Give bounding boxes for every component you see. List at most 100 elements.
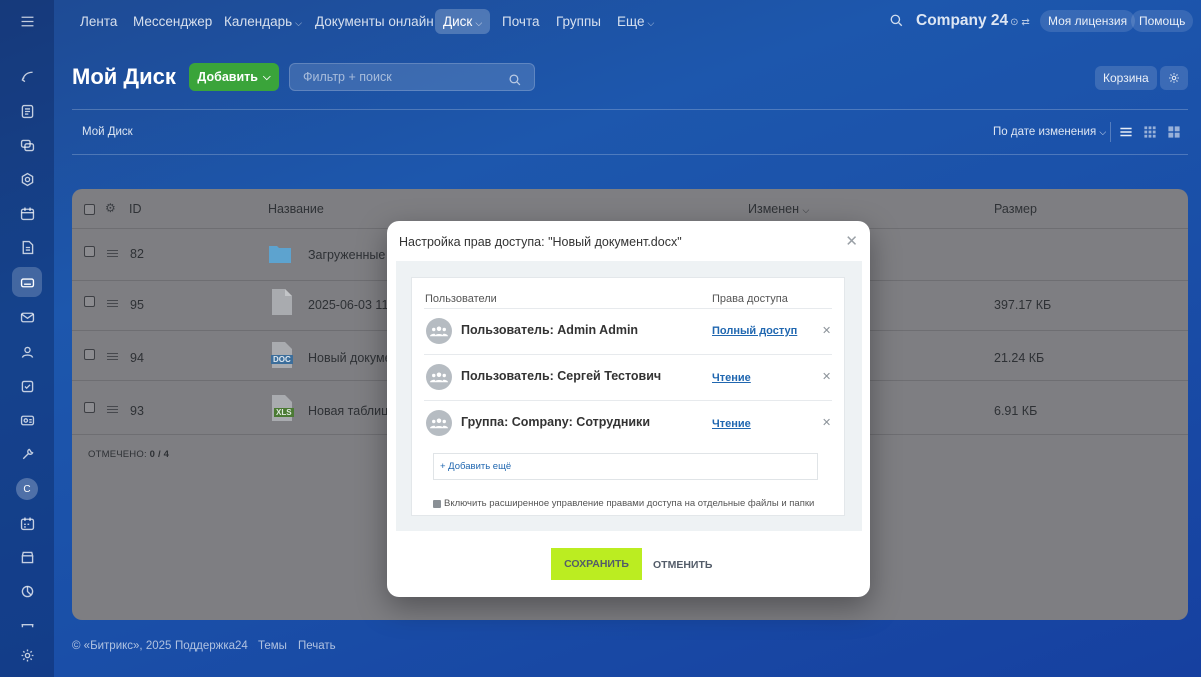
row-divider	[424, 400, 832, 401]
row-checkbox[interactable]	[84, 246, 95, 257]
ruler-icon[interactable]	[12, 610, 42, 640]
save-button[interactable]: СОХРАНИТЬ	[551, 548, 642, 580]
company-avatar[interactable]: C	[12, 474, 42, 504]
chevron-down-icon: ⌵	[475, 18, 483, 28]
company-brand[interactable]: Company 24 ⊙ ⇄	[916, 12, 1030, 30]
row-name[interactable]: Новая таблица	[308, 404, 395, 418]
help-button[interactable]: Помощь	[1131, 10, 1194, 32]
groups-icon[interactable]	[12, 337, 42, 367]
row-name[interactable]: 2025-06-03 11-	[308, 298, 393, 312]
chat-icon[interactable]	[12, 130, 42, 160]
row-size: 6.91 КБ	[994, 404, 1038, 418]
copyright: © «Битрикс», 2025	[72, 640, 172, 652]
menu-icon[interactable]	[12, 6, 42, 36]
row-divider	[424, 308, 832, 309]
row-checkbox[interactable]	[84, 402, 95, 413]
close-icon[interactable]: ✕	[845, 232, 858, 250]
news-icon[interactable]	[12, 96, 42, 126]
marked-label: ОТМЕЧЕНО:	[88, 449, 147, 460]
store-icon[interactable]	[12, 542, 42, 572]
large-tile-view-icon[interactable]	[1167, 125, 1181, 139]
trash-button[interactable]: Корзина	[1095, 66, 1157, 90]
chevron-down-icon: ⌵	[295, 18, 302, 28]
tasks-icon[interactable]	[12, 371, 42, 401]
nav-mail[interactable]: Почта	[494, 9, 548, 34]
sort-dropdown[interactable]: По дате изменения ⌵	[993, 126, 1106, 138]
filter-placeholder: Фильтр + поиск	[303, 70, 392, 84]
breadcrumb[interactable]: Мой Диск	[82, 126, 133, 138]
folder-icon	[269, 246, 291, 263]
add-button[interactable]: Добавить ⌵	[189, 63, 279, 91]
sort-label: По дате изменения	[993, 126, 1097, 138]
extended-rights-option[interactable]: Включить расширенное управление правами …	[433, 498, 814, 509]
chevron-down-icon: ⌵	[647, 18, 655, 28]
tile-view-icon[interactable]	[1143, 125, 1157, 139]
mail-icon[interactable]	[12, 302, 42, 332]
col-header-modified[interactable]: Изменен ⌵	[748, 202, 809, 216]
license-button[interactable]: Моя лицензия	[1040, 10, 1136, 32]
crm-icon[interactable]	[12, 405, 42, 435]
nav-feed[interactable]: Лента	[72, 9, 125, 34]
search-icon[interactable]	[889, 13, 904, 33]
company-letter: C	[16, 478, 38, 500]
footer-print-link[interactable]: Печать	[298, 640, 336, 652]
footer-support-link[interactable]: Поддержка24	[175, 640, 248, 652]
nav-disk[interactable]: Диск ⌵	[435, 9, 491, 34]
group-avatar-icon	[426, 364, 452, 390]
row-checkbox[interactable]	[84, 349, 95, 360]
cancel-button[interactable]: ОТМЕНИТЬ	[653, 559, 712, 571]
entry-rights-link[interactable]: Полный доступ	[712, 325, 797, 337]
filter-search-input[interactable]: Фильтр + поиск	[289, 63, 535, 91]
settings-button[interactable]	[1160, 66, 1188, 90]
extended-rights-checkbox[interactable]	[433, 499, 441, 508]
documents-icon[interactable]	[12, 232, 42, 262]
drag-handle-icon[interactable]	[107, 353, 118, 362]
entry-rights-link[interactable]: Чтение	[712, 372, 751, 384]
nav-more-label: Еще	[617, 14, 645, 29]
schedule-icon[interactable]	[12, 508, 42, 538]
nav-more[interactable]: Еще ⌵	[609, 9, 662, 34]
add-more-button[interactable]: + Добавить ещё	[433, 453, 818, 480]
dialog-title: Настройка прав доступа: "Новый документ.…	[399, 235, 682, 249]
col-header-id[interactable]: ID	[129, 202, 142, 216]
analytics-icon[interactable]	[12, 576, 42, 606]
tools-icon[interactable]	[12, 439, 42, 469]
row-checkbox[interactable]	[84, 296, 95, 307]
disk-icon[interactable]	[12, 267, 42, 297]
group-avatar-icon	[426, 318, 452, 344]
top-nav: Лента Мессенджер Календарь ⌵ Документы он…	[54, 0, 1201, 44]
col-header-size[interactable]: Размер	[994, 202, 1037, 216]
search-icon[interactable]	[508, 70, 522, 96]
nav-groups-label: Группы	[556, 14, 601, 29]
drag-handle-icon[interactable]	[107, 300, 118, 309]
feed-icon[interactable]	[12, 61, 42, 91]
remove-entry-icon[interactable]: ✕	[822, 370, 831, 383]
nav-messenger[interactable]: Мессенджер	[125, 9, 220, 34]
list-view-icon[interactable]	[1119, 125, 1133, 139]
nav-documents[interactable]: Документы онлайн	[307, 9, 442, 34]
col-rights: Права доступа	[712, 293, 788, 305]
drag-handle-icon[interactable]	[107, 406, 118, 415]
xls-badge: XLS	[274, 408, 294, 417]
nav-messenger-label: Мессенджер	[133, 14, 213, 29]
row-name[interactable]: Загруженные ф	[308, 248, 399, 262]
remove-entry-icon[interactable]: ✕	[822, 416, 831, 429]
remove-entry-icon[interactable]: ✕	[822, 324, 831, 337]
dialog-body: Пользователи Права доступа Пользователь:…	[396, 261, 862, 531]
drag-handle-icon[interactable]	[107, 250, 118, 259]
entry-rights-link[interactable]: Чтение	[712, 418, 751, 430]
footer-themes-link[interactable]: Темы	[258, 640, 287, 652]
column-settings-icon[interactable]: ⚙	[105, 201, 116, 215]
col-header-name[interactable]: Название	[268, 202, 324, 216]
nav-mail-label: Почта	[502, 14, 540, 29]
calendar-icon[interactable]	[12, 198, 42, 228]
row-name[interactable]: Новый докуме	[308, 351, 392, 365]
collab-icon[interactable]	[12, 164, 42, 194]
nav-calendar[interactable]: Календарь ⌵	[216, 9, 310, 34]
left-sidebar: C	[0, 0, 54, 677]
gear-icon	[1169, 73, 1179, 83]
settings-icon[interactable]	[12, 640, 42, 670]
row-id: 82	[130, 247, 144, 261]
select-all-checkbox[interactable]	[84, 204, 95, 215]
nav-groups[interactable]: Группы	[548, 9, 609, 34]
